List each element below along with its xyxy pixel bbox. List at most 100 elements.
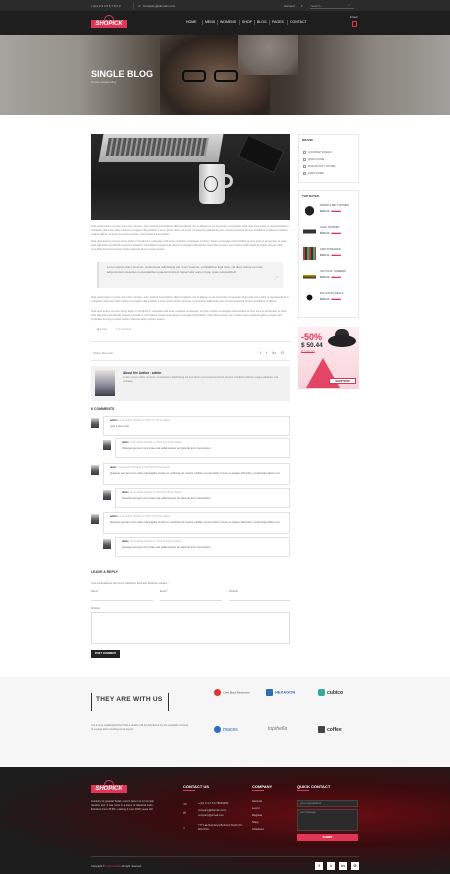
author-box: About the Author : admin Lorem ipsum dol… (91, 366, 290, 401)
mail-icon: ✉ (138, 3, 141, 8)
brand-checkbox[interactable]: MADAM ZATY STORE (303, 165, 335, 169)
search-input[interactable]: Search... ⌕ (310, 2, 354, 9)
quick-email-input[interactable]: your email address (297, 800, 358, 807)
linkedin-icon[interactable]: in (339, 862, 347, 870)
comment-body: Quisque semper nunc vitae erat pellentes… (122, 497, 211, 500)
search-icon[interactable]: ⌕ (348, 3, 350, 7)
comment-body: Quisque semper nunc vitae erat pellentes… (122, 447, 211, 450)
google-plus-icon[interactable]: G (281, 350, 284, 355)
facebook-icon[interactable]: f (315, 862, 323, 870)
partner-logo-topthefla[interactable]: topthefla (268, 726, 308, 738)
partner-logo-hexagon[interactable]: HEXAGON (266, 689, 306, 701)
divider (91, 341, 290, 342)
partner-logo-coffee[interactable]: coffee (318, 726, 358, 738)
email-field[interactable] (160, 594, 222, 601)
post-paragraph-1: Duis autem Enim ut enim ad minim veniam,… (91, 225, 289, 236)
name-field[interactable] (91, 594, 153, 601)
partner-logo-cubico[interactable]: cubico (318, 689, 358, 701)
page-hero (0, 35, 450, 115)
maces-icon (214, 726, 221, 733)
twitter-icon[interactable]: t (266, 350, 267, 355)
nav-item-blog[interactable]: BLOG (257, 20, 267, 25)
title-underline (183, 790, 195, 791)
footer-address: 777 Lak Namboya Belmont North 0V-000 USA (198, 824, 243, 832)
shop-now-button[interactable]: SHOP NOW (329, 378, 356, 384)
top-bar: +(1)1 2 3 4 5 6 7 8 9 0 ✉ Company@domain… (0, 0, 450, 11)
product-item[interactable]: SMR SPREADER $900.00 $150.00 (303, 247, 353, 263)
title-underline (252, 790, 264, 791)
comment-meta[interactable]: Post author October 6, 2015 at 8:36 pm R… (131, 491, 182, 494)
product-item[interactable]: BLK EXTRA REALS $900.00 $150.00 (303, 291, 353, 307)
footer-link-shop[interactable]: Shop (252, 820, 259, 825)
account-link[interactable]: Account (284, 4, 295, 8)
product-item[interactable]: GLEN TRIMPER $900.00 $150.00 (303, 225, 353, 241)
partner-logo-crest[interactable]: Crest Black Electronics (214, 689, 254, 701)
copyright-link[interactable]: Codevocholic (105, 865, 121, 868)
nav-item-shop[interactable]: SHOP (242, 20, 252, 25)
author-avatar (95, 370, 115, 396)
socks-thumbnail (303, 247, 316, 260)
divider (91, 360, 290, 361)
company-title: COMPANY (252, 784, 273, 789)
comment-icon: ✎ (115, 328, 118, 331)
phone-icon: ☏ (183, 802, 188, 806)
quote-text: Lorem ipsum dolor sit amet, consectetur … (107, 265, 263, 274)
brand-checkbox[interactable]: GOURMETE BEAD (303, 151, 332, 155)
cart-button[interactable]: 0 item (348, 15, 360, 31)
email-text[interactable]: Company@domain.com (143, 4, 175, 8)
footer-logo[interactable]: SHOPICK (91, 780, 127, 794)
product-name: BLK EXTRA REALS (320, 292, 344, 295)
nav-item-pages[interactable]: PAGES (272, 20, 284, 25)
footer-link-checkout[interactable]: Checkout (252, 827, 264, 832)
google-plus-icon[interactable]: G (351, 862, 359, 870)
website-field[interactable] (229, 594, 290, 601)
comment-meta[interactable]: Post author October 6, 2015 at 8:45 pm R… (119, 515, 170, 518)
partner-logo-maces[interactable]: maces (214, 726, 254, 738)
nav-item-contact[interactable]: CONTACT (290, 20, 307, 25)
product-item[interactable]: FABRICS BELT WOMEN $900.00 $150.00 (303, 203, 353, 219)
twitter-icon[interactable]: t (327, 862, 335, 870)
product-item[interactable]: NAUTICAL THREEBN $900.00 $150.00 (303, 269, 353, 285)
shopping-bag-icon (351, 21, 357, 28)
brand-checkbox[interactable]: ZARA HOME (303, 172, 324, 176)
divider (91, 856, 359, 857)
nav-item-mens[interactable]: MENS (205, 20, 215, 25)
quick-message-input[interactable]: your message (297, 809, 358, 831)
page-title: SINGLE BLOG (91, 69, 154, 79)
footer-email-2[interactable]: company@email.com (198, 814, 224, 818)
email-label: Email * (160, 590, 168, 593)
nav-item-home[interactable]: HOME (186, 20, 197, 25)
brand-logo[interactable]: SHOPICK (91, 15, 127, 29)
footer-link-account[interactable]: Account (252, 799, 262, 804)
chevron-down-icon: ▾ (301, 3, 303, 8)
comment-item: demo Post author October 6, 2015 at 8:33 … (103, 463, 290, 485)
comment-meta[interactable]: Post author October 6, 2015 at 8:50 pm R… (131, 540, 182, 543)
bowtie-thumbnail (303, 291, 316, 304)
facebook-icon[interactable]: f (260, 350, 261, 355)
promo-old-price: $ 100.00 (301, 350, 315, 354)
post-comment-button[interactable]: POST COMMENT (91, 650, 120, 658)
message-textarea[interactable] (91, 612, 290, 644)
comment-meta[interactable]: Post author October 6, 2015 at 8:33 pm R… (119, 466, 170, 469)
message-label: Website (91, 607, 100, 610)
footer-link-login[interactable]: Log In (252, 806, 260, 811)
nav-item-womens[interactable]: WOMENS (220, 20, 236, 25)
comment-body: Quisque semper nunc vitae erat pellentes… (122, 546, 211, 549)
promo-banner[interactable]: -50% $ 50.44 $ 100.00 SHOP NOW (298, 327, 359, 389)
mug-graphic (199, 164, 233, 204)
quick-submit-button[interactable]: SUBMIT (297, 834, 358, 841)
comment-meta[interactable]: Post author October 6, 2015 at 8:20 pm R… (131, 441, 182, 444)
comment-meta[interactable]: Post author October 6, 2015 at 7:45 pm R… (119, 419, 170, 422)
divider (133, 2, 134, 9)
brand-checkbox[interactable]: FARM HOME (303, 158, 324, 162)
linkedin-icon[interactable]: in (273, 350, 276, 355)
footer-email-1[interactable]: company@domain.com (198, 809, 226, 813)
breadcrumb-home[interactable]: Home (91, 80, 99, 84)
menu-divider (269, 20, 270, 25)
post-meta: ▣ 12 feb ✎ 6 comment (97, 328, 131, 331)
comment-author: demo (122, 441, 129, 444)
footer-link-register[interactable]: Register (252, 813, 262, 818)
comment-author: admin (110, 515, 118, 518)
crest-icon (214, 689, 221, 696)
post-comment-count[interactable]: 6 comment (119, 328, 131, 331)
